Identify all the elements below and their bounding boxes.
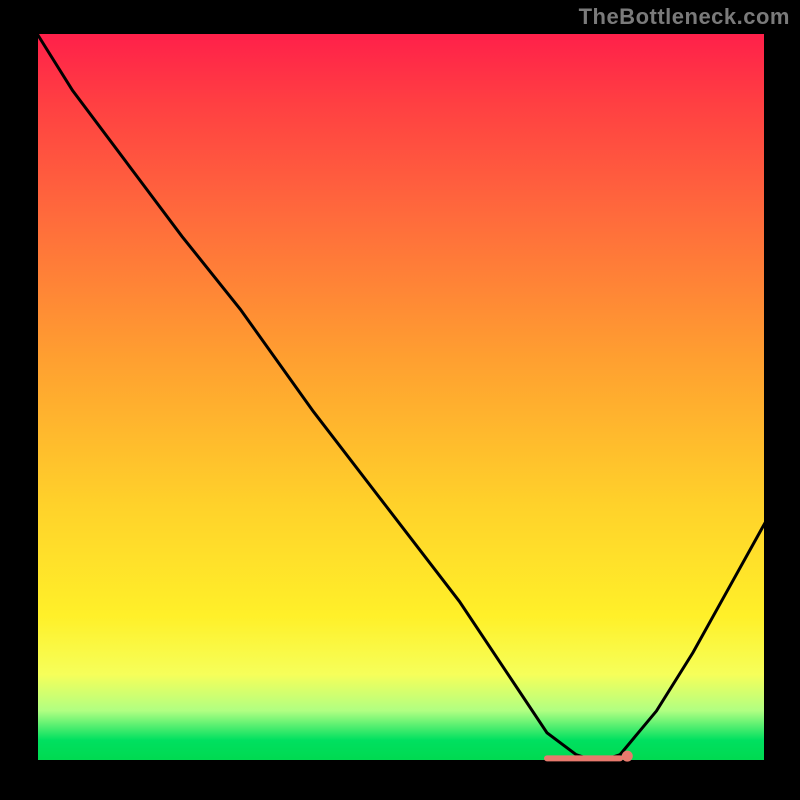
- bottleneck-curve-svg: [36, 32, 766, 762]
- watermark-text: TheBottleneck.com: [579, 4, 790, 30]
- chart-frame: TheBottleneck.com: [0, 0, 800, 800]
- valley-marker-dot: [622, 751, 632, 761]
- bottleneck-curve-path: [36, 32, 766, 762]
- plot-area: [36, 32, 766, 762]
